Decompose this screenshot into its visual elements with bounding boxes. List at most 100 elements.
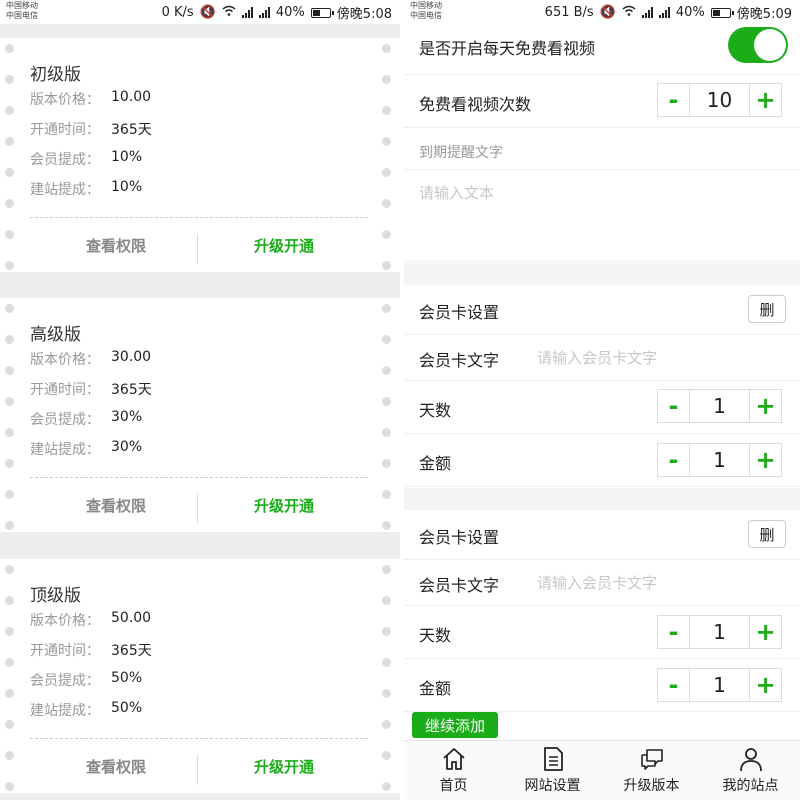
expiry-label: 到期提醒文字: [419, 145, 503, 161]
expiry-textarea[interactable]: 请输入文本: [404, 170, 800, 262]
site-commission-label: 建站提成：: [30, 703, 100, 719]
version-title: 顶级版: [30, 586, 81, 606]
member-card-text-row: 会员卡文字 请输入会员卡文字: [404, 560, 800, 606]
amount-stepper: - 1 +: [657, 668, 782, 702]
member-card-title: 会员卡设置: [419, 303, 500, 322]
battery-icon: [710, 7, 734, 18]
free-video-toggle[interactable]: [728, 27, 788, 63]
divider: [197, 234, 198, 264]
days-row: 天数 - 1 +: [404, 606, 800, 659]
free-video-row: 是否开启每天免费看视频: [404, 24, 800, 75]
price-value: 10.00: [111, 89, 152, 105]
status-bar: 中国移动 中国电信 0 K/s 🔇 40% 傍晚5:08: [0, 0, 400, 24]
decrement-button[interactable]: -: [658, 444, 689, 476]
site-commission-value: 10%: [111, 179, 143, 195]
amount-label: 金额: [419, 454, 452, 473]
divider: [197, 755, 198, 785]
delete-button[interactable]: 删: [748, 520, 786, 548]
wifi-icon: [222, 5, 236, 20]
price-value: 30.00: [111, 349, 152, 365]
delete-button[interactable]: 删: [748, 295, 786, 323]
price-label: 版本价格：: [30, 613, 100, 629]
site-commission-label: 建站提成：: [30, 182, 100, 198]
increment-button[interactable]: +: [750, 390, 781, 422]
tab-home[interactable]: 首页: [404, 741, 503, 800]
stepper-value[interactable]: 1: [689, 669, 750, 701]
price-label: 版本价格：: [30, 92, 100, 108]
site-commission-value: 50%: [111, 700, 143, 716]
duration-value: 365天: [111, 643, 152, 659]
upgrade-button[interactable]: 升级开通: [254, 756, 314, 777]
add-more-button[interactable]: 继续添加: [412, 712, 498, 738]
network-speed: 651 B/s: [544, 5, 594, 20]
decrement-button[interactable]: -: [658, 616, 689, 648]
battery-percent: 40%: [275, 5, 305, 20]
view-permissions-button[interactable]: 查看权限: [86, 756, 146, 777]
days-stepper: - 1 +: [657, 615, 782, 649]
user-icon: [739, 748, 762, 772]
signal-icon: [658, 7, 670, 18]
tab-my-site[interactable]: 我的站点: [701, 741, 800, 800]
home-icon: [442, 748, 465, 770]
member-commission-label: 会员提成：: [30, 152, 100, 168]
free-count-label: 免费看视频次数: [419, 95, 532, 114]
chat-icon: [640, 749, 663, 770]
carrier-2: 中国电信: [6, 11, 38, 20]
version-card: 初级版 版本价格： 10.00 开通时间： 365天 会员提成： 10% 建站提…: [0, 38, 400, 272]
divider: [30, 477, 368, 478]
site-commission-value: 30%: [111, 439, 143, 455]
increment-button[interactable]: +: [750, 669, 781, 701]
amount-label: 金额: [419, 679, 452, 698]
days-stepper: - 1 +: [657, 389, 782, 423]
duration-label: 开通时间：: [30, 122, 100, 138]
member-card-header: 会员卡设置 删: [404, 510, 800, 560]
stepper-value[interactable]: 1: [689, 444, 750, 476]
increment-button[interactable]: +: [750, 616, 781, 648]
duration-value: 365天: [111, 382, 152, 398]
tab-label: 首页: [439, 778, 468, 794]
tab-site-settings[interactable]: 网站设置: [503, 741, 602, 800]
free-count-stepper: - 10 +: [657, 83, 782, 117]
divider: [30, 738, 368, 739]
free-count-row: 免费看视频次数 - 10 +: [404, 75, 800, 128]
amount-row: 金额 - 1 +: [404, 659, 800, 712]
mute-icon: 🔇: [599, 5, 616, 20]
carrier-1: 中国移动: [410, 1, 442, 10]
tab-upgrade-version[interactable]: 升级版本: [602, 741, 701, 800]
version-title: 初级版: [30, 65, 81, 85]
signal-icon: [258, 7, 270, 18]
view-permissions-button[interactable]: 查看权限: [86, 495, 146, 516]
member-card-text-input[interactable]: 请输入会员卡文字: [537, 572, 657, 593]
decrement-button[interactable]: -: [658, 390, 689, 422]
price-label: 版本价格：: [30, 352, 100, 368]
amount-row: 金额 - 1 +: [404, 434, 800, 487]
upgrade-button[interactable]: 升级开通: [254, 495, 314, 516]
duration-value: 365天: [111, 122, 152, 138]
stepper-value[interactable]: 1: [689, 616, 750, 648]
member-commission-value: 50%: [111, 670, 143, 686]
decrement-button[interactable]: -: [658, 669, 689, 701]
site-commission-label: 建站提成：: [30, 442, 100, 458]
member-commission-value: 10%: [111, 149, 143, 165]
bottom-tab-bar: 首页 网站设置 升级版本 我的站点: [404, 740, 800, 800]
expiry-label-row: 到期提醒文字: [404, 128, 800, 170]
member-commission-value: 30%: [111, 409, 143, 425]
version-card: 顶级版 版本价格： 50.00 开通时间： 365天 会员提成： 50% 建站提…: [0, 559, 400, 793]
stepper-value[interactable]: 10: [689, 84, 750, 116]
increment-button[interactable]: +: [750, 84, 781, 116]
increment-button[interactable]: +: [750, 444, 781, 476]
document-icon: [543, 747, 563, 771]
upgrade-button[interactable]: 升级开通: [254, 235, 314, 256]
tab-label: 升级版本: [623, 778, 680, 794]
decrement-button[interactable]: -: [658, 84, 689, 116]
days-label: 天数: [419, 626, 452, 645]
view-permissions-button[interactable]: 查看权限: [86, 235, 146, 256]
member-card-header: 会员卡设置 删: [404, 285, 800, 335]
signal-icon: [241, 7, 253, 18]
days-row: 天数 - 1 +: [404, 381, 800, 434]
carrier-2: 中国电信: [410, 11, 442, 20]
stepper-value[interactable]: 1: [689, 390, 750, 422]
signal-icon: [641, 7, 653, 18]
member-card-text-input[interactable]: 请输入会员卡文字: [537, 347, 657, 368]
price-value: 50.00: [111, 610, 152, 626]
